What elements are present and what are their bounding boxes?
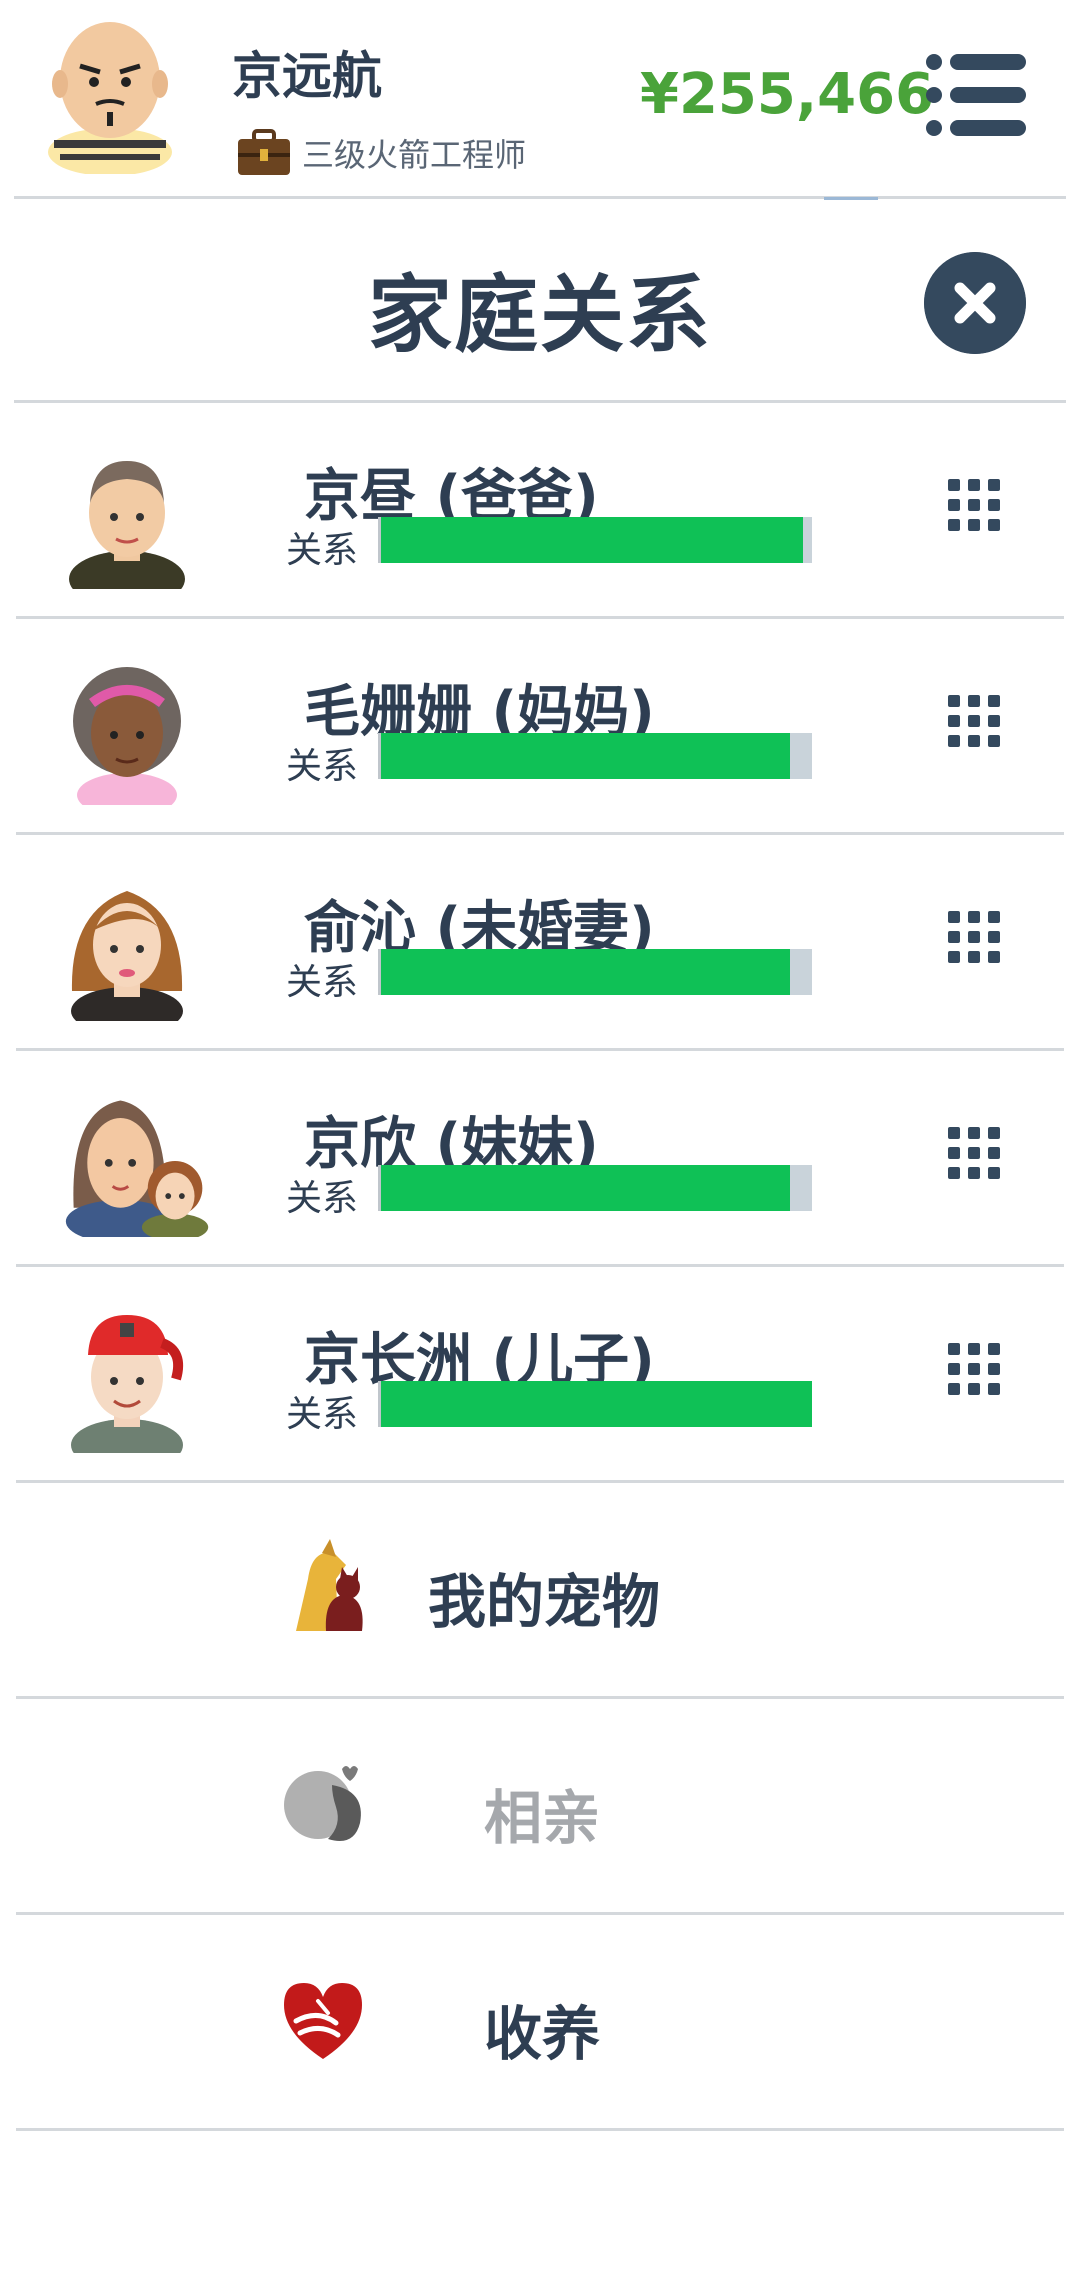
- player-name: 京远航: [232, 47, 382, 105]
- father-avatar: [69, 461, 185, 589]
- grid-dot: [988, 519, 1000, 531]
- my-pets-label: 我的宠物: [428, 1568, 661, 1636]
- relation-bar-fill: [381, 1381, 812, 1427]
- relation-label: 关系: [286, 746, 359, 787]
- relation-label: 关系: [286, 962, 359, 1003]
- relation-label: 关系: [286, 530, 359, 571]
- grid-dot: [968, 1363, 980, 1375]
- relation-bar-fill: [381, 949, 791, 995]
- grid-dot: [968, 931, 980, 943]
- grid-dot: [988, 951, 1000, 963]
- grid-dot: [968, 715, 980, 727]
- relation-bar: [378, 733, 812, 779]
- relation-label: 关系: [286, 1394, 359, 1435]
- grid-dot: [988, 735, 1000, 747]
- grid-dot: [988, 1127, 1000, 1139]
- grid-dot: [968, 1167, 980, 1179]
- grid-dot: [988, 911, 1000, 923]
- grid-dot: [988, 1383, 1000, 1395]
- grid-dot: [988, 931, 1000, 943]
- player-avatar[interactable]: [40, 14, 180, 174]
- grid-dot: [968, 735, 980, 747]
- dating-icon: [284, 1766, 361, 1841]
- member-options-grid-icon[interactable]: [948, 479, 1000, 531]
- grid-dot: [948, 931, 960, 943]
- member-options-grid-icon[interactable]: [948, 1343, 1000, 1395]
- fiancee-avatar: [71, 891, 183, 1021]
- page-title: 家庭关系: [367, 266, 712, 364]
- grid-dot: [988, 715, 1000, 727]
- adoption-heart-icon: [284, 1983, 362, 2059]
- adoption-button[interactable]: 收养: [0, 1915, 1080, 2131]
- grid-dot: [988, 1343, 1000, 1355]
- grid-dot: [968, 1383, 980, 1395]
- grid-dot: [948, 715, 960, 727]
- grid-dot: [948, 951, 960, 963]
- header-accent-mark: [824, 197, 878, 200]
- job-info: 三级火箭工程师: [236, 128, 526, 178]
- grid-dot: [948, 499, 960, 511]
- briefcase-icon: [238, 129, 290, 175]
- member-options-grid-icon[interactable]: [948, 695, 1000, 747]
- grid-dot: [948, 911, 960, 923]
- relation-bar-fill: [381, 517, 804, 563]
- menu-list-icon[interactable]: [924, 52, 1028, 138]
- member-options-grid-icon[interactable]: [948, 911, 1000, 963]
- grid-dot: [968, 519, 980, 531]
- grid-dot: [968, 499, 980, 511]
- grid-dot: [968, 1127, 980, 1139]
- relation-bar: [378, 1165, 812, 1211]
- member-options-grid-icon[interactable]: [948, 1127, 1000, 1179]
- sister-avatar: [65, 1100, 209, 1237]
- grid-dot: [948, 479, 960, 491]
- grid-dot: [948, 735, 960, 747]
- grid-dot: [948, 695, 960, 707]
- grid-dot: [988, 695, 1000, 707]
- grid-dot: [968, 695, 980, 707]
- mother-avatar: [73, 667, 181, 805]
- money-balance: ¥255,466: [640, 62, 935, 127]
- family-row-fiancee: 俞沁 (未婚妻) 关系: [0, 835, 1080, 1051]
- relation-bar: [378, 1381, 812, 1427]
- grid-dot: [988, 1167, 1000, 1179]
- relation-label: 关系: [286, 1178, 359, 1219]
- grid-dot: [948, 1343, 960, 1355]
- grid-dot: [948, 1167, 960, 1179]
- adoption-label: 收养: [484, 2000, 601, 2068]
- grid-dot: [968, 479, 980, 491]
- grid-dot: [988, 1363, 1000, 1375]
- pet-icon: [296, 1539, 363, 1631]
- relation-bar: [378, 517, 812, 563]
- grid-dot: [948, 519, 960, 531]
- family-row-son: 京长洲 (儿子) 关系: [0, 1267, 1080, 1483]
- relation-bar-fill: [381, 733, 791, 779]
- family-row-mother: 毛姗姗 (妈妈) 关系: [0, 619, 1080, 835]
- grid-dot: [948, 1363, 960, 1375]
- grid-dot: [948, 1147, 960, 1159]
- job-title: 三级火箭工程师: [302, 136, 527, 174]
- row-divider: [16, 2128, 1064, 2131]
- status-header: 京远航 三级火箭工程师 ¥255,466: [0, 0, 1080, 196]
- grid-dot: [948, 1383, 960, 1395]
- family-row-father: 京昼 (爸爸) 关系: [0, 403, 1080, 619]
- relation-bar-fill: [381, 1165, 791, 1211]
- grid-dot: [968, 951, 980, 963]
- grid-dot: [968, 1147, 980, 1159]
- matchmaking-label: 相亲: [484, 1784, 601, 1852]
- grid-dot: [988, 479, 1000, 491]
- family-page: 京远航 三级火箭工程师 ¥255,466 家庭关系 京昼 (爸爸) 关系 毛姗姗…: [0, 0, 1080, 2280]
- matchmaking-button[interactable]: 相亲: [0, 1699, 1080, 1915]
- header-divider: [14, 196, 1066, 199]
- son-avatar: [71, 1315, 184, 1453]
- grid-dot: [988, 1147, 1000, 1159]
- grid-dot: [948, 1127, 960, 1139]
- grid-dot: [968, 911, 980, 923]
- relation-bar: [378, 949, 812, 995]
- family-row-sister: 京欣 (妹妹) 关系: [0, 1051, 1080, 1267]
- grid-dot: [988, 499, 1000, 511]
- grid-dot: [968, 1343, 980, 1355]
- close-button[interactable]: [924, 252, 1026, 354]
- my-pets-button[interactable]: 我的宠物: [0, 1483, 1080, 1699]
